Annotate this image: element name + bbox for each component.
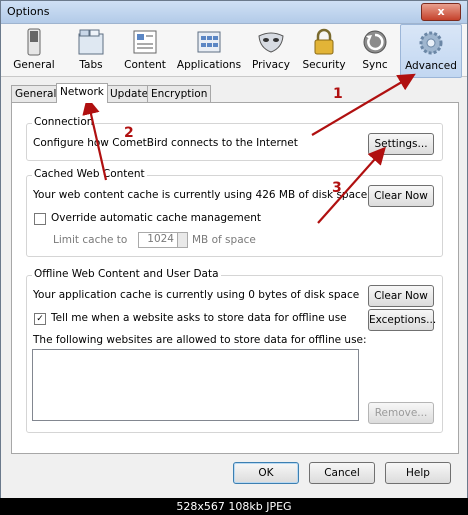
annotation-3: 3 [332, 180, 342, 196]
image-caption: 528x567 108kb JPEG [0, 498, 468, 515]
annotation-2: 2 [124, 125, 134, 141]
tab-network[interactable]: Network [56, 83, 108, 103]
arrow-1 [311, 73, 416, 136]
arrow-2 [82, 96, 108, 181]
annotation-1: 1 [333, 86, 343, 102]
annotation-arrows [82, 73, 416, 224]
arrow-3 [317, 146, 386, 224]
